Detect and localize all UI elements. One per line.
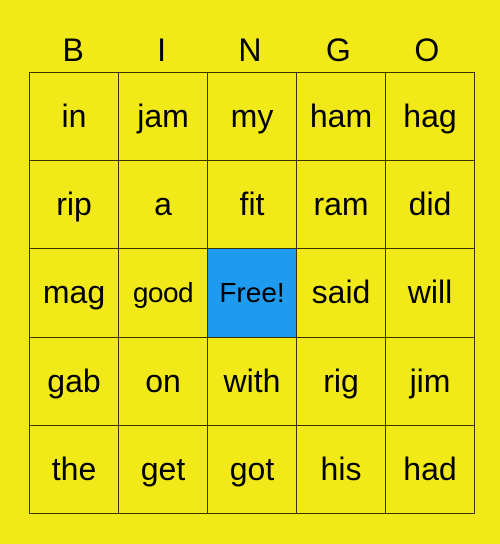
header-letter-b: B bbox=[62, 32, 84, 68]
header-letter-n: N bbox=[238, 32, 262, 68]
bingo-card: in jam my ham hag rip a fit ram did mag … bbox=[29, 71, 475, 515]
bingo-cell[interactable]: get bbox=[118, 424, 208, 515]
bingo-cell[interactable]: did bbox=[385, 160, 475, 250]
bingo-cell[interactable]: ham bbox=[296, 71, 386, 162]
bingo-cell[interactable]: a bbox=[118, 160, 208, 250]
bingo-cell[interactable]: rig bbox=[296, 336, 386, 426]
header-letter-i: I bbox=[157, 32, 167, 68]
bingo-cell[interactable]: got bbox=[207, 424, 297, 515]
bingo-cell[interactable]: good bbox=[118, 248, 208, 338]
bingo-cell[interactable]: gab bbox=[29, 336, 119, 426]
bingo-cell[interactable]: rip bbox=[29, 160, 119, 250]
card-row: in jam my ham hag bbox=[29, 71, 475, 162]
bingo-cell[interactable]: the bbox=[29, 424, 119, 515]
bingo-cell[interactable]: jim bbox=[385, 336, 475, 426]
bingo-cell[interactable]: hag bbox=[385, 71, 475, 162]
header-letter-o: O bbox=[414, 32, 440, 68]
bingo-header: B I N G O bbox=[29, 28, 471, 72]
bingo-cell[interactable]: in bbox=[29, 71, 119, 162]
bingo-cell[interactable]: had bbox=[385, 424, 475, 515]
bingo-cell[interactable]: his bbox=[296, 424, 386, 515]
card-row: mag good Free! said will bbox=[29, 248, 475, 338]
bingo-cell[interactable]: jam bbox=[118, 71, 208, 162]
bingo-cell[interactable]: will bbox=[385, 248, 475, 338]
free-space-cell[interactable]: Free! bbox=[207, 248, 297, 338]
bingo-cell[interactable]: said bbox=[296, 248, 386, 338]
bingo-cell[interactable]: with bbox=[207, 336, 297, 426]
card-row: gab on with rig jim bbox=[29, 336, 475, 426]
bingo-cell[interactable]: mag bbox=[29, 248, 119, 338]
bingo-cell[interactable]: ram bbox=[296, 160, 386, 250]
bingo-cell[interactable]: fit bbox=[207, 160, 297, 250]
card-row: the get got his had bbox=[29, 424, 475, 515]
header-letter-g: G bbox=[325, 32, 351, 68]
card-row: rip a fit ram did bbox=[29, 160, 475, 250]
bingo-cell[interactable]: on bbox=[118, 336, 208, 426]
bingo-cell[interactable]: my bbox=[207, 71, 297, 162]
